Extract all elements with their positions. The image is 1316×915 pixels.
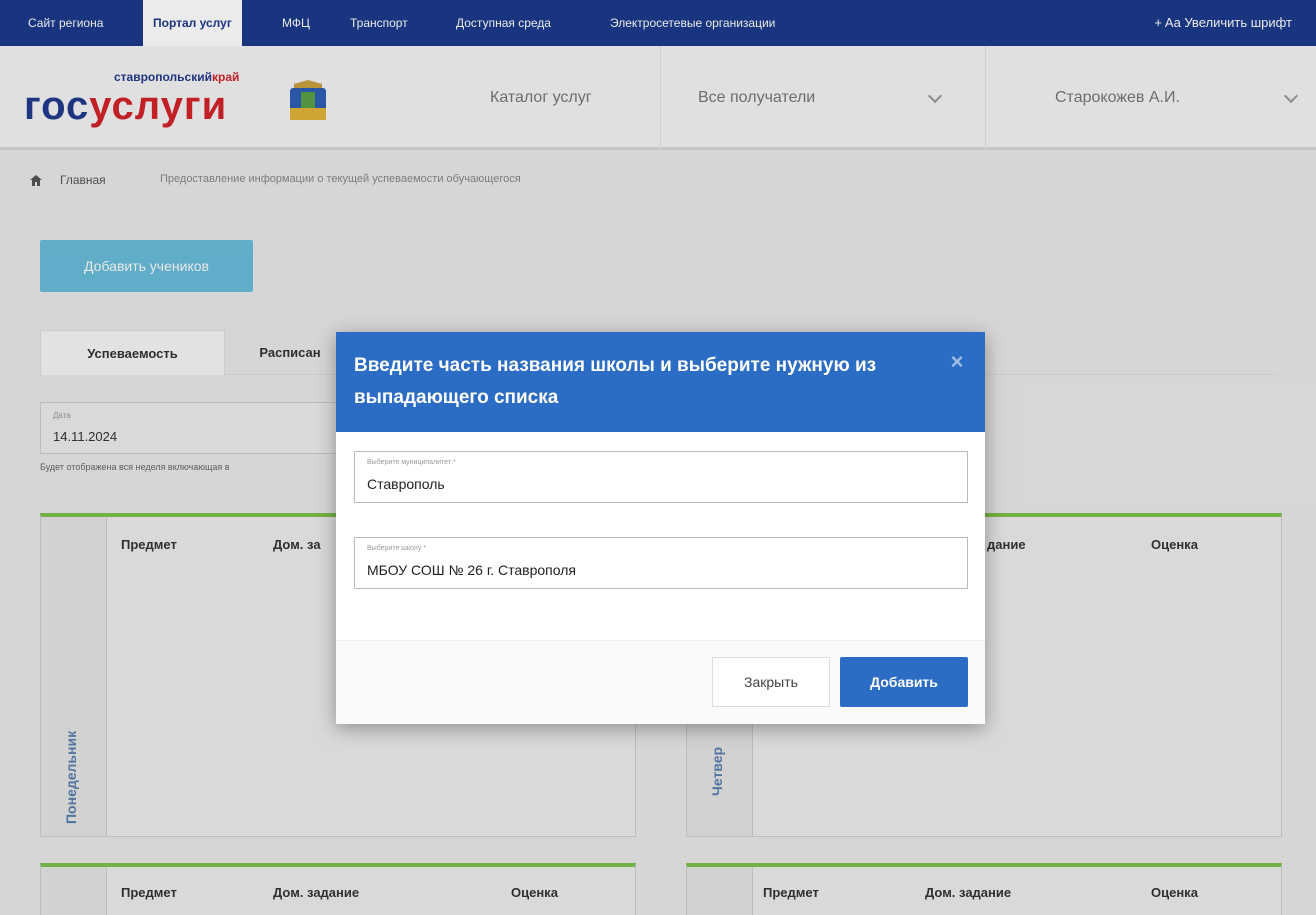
modal-title: Введите часть названия школы и выберите … — [354, 355, 877, 408]
close-button[interactable]: Закрыть — [712, 657, 830, 707]
school-field[interactable]: Выберите школу * МБОУ СОШ № 26 г. Ставро… — [354, 537, 968, 589]
school-field-value[interactable]: МБОУ СОШ № 26 г. Ставрополя — [367, 562, 947, 578]
municipality-field-label: Выберите муниципалитет * — [367, 459, 456, 466]
modal-header: Введите часть названия школы и выберите … — [336, 332, 985, 432]
municipality-field[interactable]: Выберите муниципалитет * Ставрополь — [354, 451, 968, 503]
municipality-field-value[interactable]: Ставрополь — [367, 476, 947, 492]
select-school-modal: Введите часть названия школы и выберите … — [336, 332, 985, 724]
school-field-label: Выберите школу * — [367, 545, 427, 552]
add-button[interactable]: Добавить — [840, 657, 968, 707]
modal-footer: Закрыть Добавить — [336, 640, 985, 724]
close-icon[interactable]: × — [947, 351, 967, 373]
